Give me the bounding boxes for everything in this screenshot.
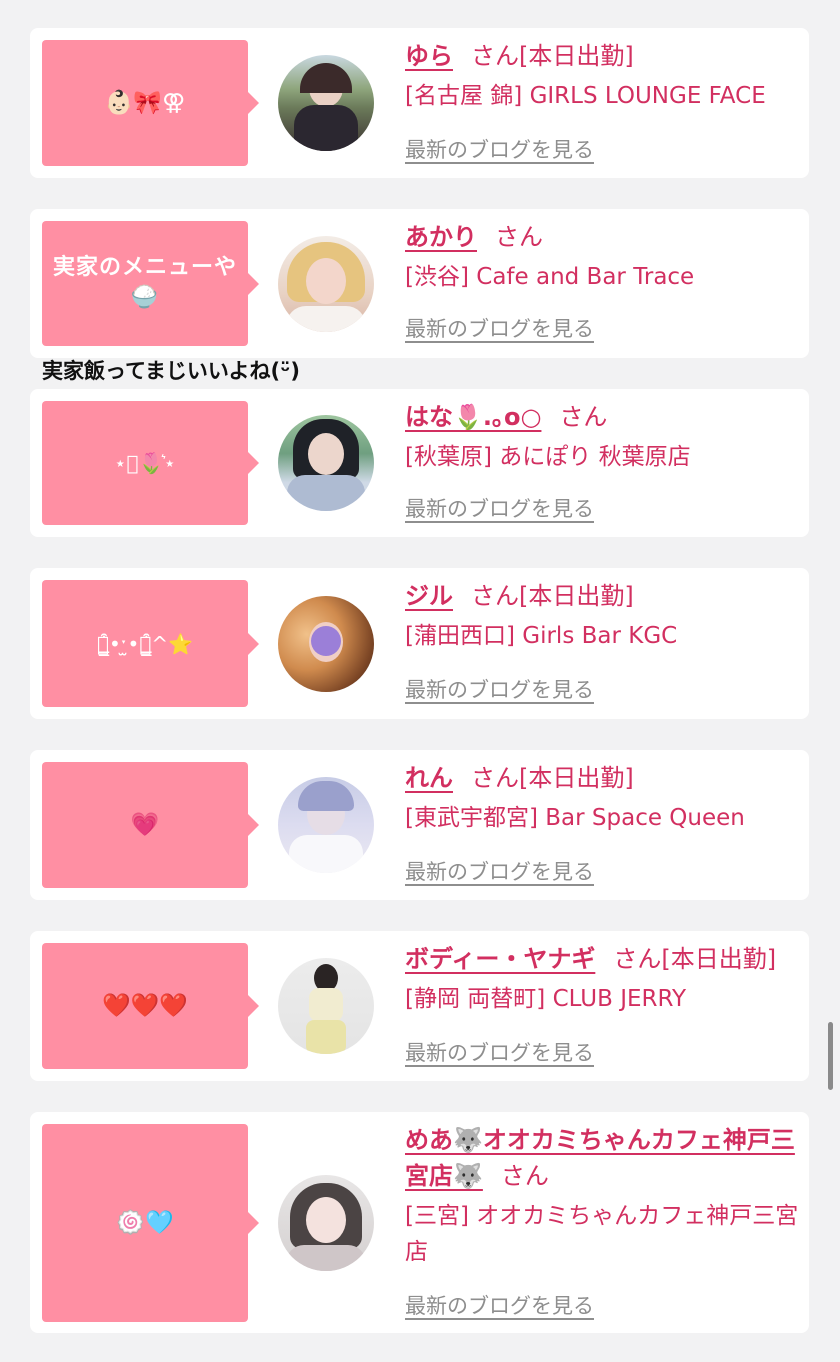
avatar[interactable] xyxy=(278,236,374,332)
comment-text: ❤️❤️❤️ xyxy=(102,993,188,1019)
cast-card-akari: 実家のメニューや🍚 あかり さん [渋谷] Cafe and Bar Trace … xyxy=(30,209,809,358)
comment-text: 🍥🩵 xyxy=(116,1210,174,1236)
honorific: さん xyxy=(500,1162,549,1190)
shop-name: [渋谷] Cafe and Bar Trace xyxy=(405,264,695,290)
avatar[interactable] xyxy=(278,1175,374,1271)
cast-card-mea: 🍥🩵 めあ🐺オオカミちゃんカフェ神戸三宮店🐺 さん [三宮] オオカミちゃんカフェ… xyxy=(30,1112,809,1333)
cast-card-yura: 👶🏻🎀⚢ ゆら さん[本日出勤] [名古屋 錦] GIRLS LOUNGE FAC… xyxy=(30,28,809,178)
avatar[interactable] xyxy=(278,958,374,1054)
cast-name-link[interactable]: はな🌷.｡o○ xyxy=(405,403,541,431)
avatar[interactable] xyxy=(278,415,374,511)
honorific: さん xyxy=(471,764,519,792)
cast-info: れん さん[本日出勤] [東武宇都宮] Bar Space Queen xyxy=(405,760,799,836)
honorific: さん xyxy=(471,582,519,610)
cast-name-link[interactable]: ジル xyxy=(405,582,453,610)
cast-card-hana: ⋆͛🌷͛⋆ はな🌷.｡o○ さん [秋葉原] あにぽり 秋葉原店 最新のブログを見… xyxy=(30,389,809,537)
cast-card-ren: 💗 れん さん[本日出勤] [東武宇都宮] Bar Space Queen 最新の… xyxy=(30,750,809,900)
cast-card-jill: ฅ̳͒•ˑ̫•ฅ̳͒^⭐️ ジル さん[本日出勤] [蒲田西口] Girls Ba… xyxy=(30,568,809,719)
latest-blog-link[interactable]: 最新のブログを見る xyxy=(405,1037,594,1067)
shop-name: [三宮] オオカミちゃんカフェ神戸三宮店 xyxy=(405,1203,799,1265)
latest-blog-link[interactable]: 最新のブログを見る xyxy=(405,1290,594,1320)
avatar[interactable] xyxy=(278,596,374,692)
comment-bubble: 実家のメニューや🍚 xyxy=(42,221,259,346)
shop-name: [蒲田西口] Girls Bar KGC xyxy=(405,623,678,649)
cast-name-link[interactable]: めあ🐺オオカミちゃんカフェ神戸三宮店🐺 xyxy=(405,1126,795,1190)
comment-overflow-text: 実家飯ってまじいいよね(ᵕ̈) xyxy=(42,359,300,383)
shop-name: [静岡 両替町] CLUB JERRY xyxy=(405,986,687,1012)
cast-info: ジル さん[本日出勤] [蒲田西口] Girls Bar KGC xyxy=(405,578,799,654)
comment-bubble: 👶🏻🎀⚢ xyxy=(42,40,259,166)
comment-bubble: ⋆͛🌷͛⋆ xyxy=(42,401,259,525)
latest-blog-link[interactable]: 最新のブログを見る xyxy=(405,674,594,704)
comment-text: ⋆͛🌷͛⋆ xyxy=(114,451,176,475)
shop-name: [名古屋 錦] GIRLS LOUNGE FACE xyxy=(405,83,766,109)
latest-blog-link[interactable]: 最新のブログを見る xyxy=(405,856,594,886)
cast-card-body-yanagi: ❤️❤️❤️ ボディー・ヤナギ さん[本日出勤] [静岡 両替町] CLUB JE… xyxy=(30,931,809,1081)
shop-name: [秋葉原] あにぽり 秋葉原店 xyxy=(405,444,691,470)
status-badge: [本日出勤] xyxy=(519,42,634,70)
status-badge: [本日出勤] xyxy=(661,945,777,973)
comment-text: 💗 xyxy=(130,812,160,838)
honorific: さん xyxy=(495,223,543,251)
cast-name-link[interactable]: れん xyxy=(405,764,453,792)
honorific: さん xyxy=(559,403,608,431)
comment-text: 実家のメニューや🍚 xyxy=(52,255,237,310)
avatar[interactable] xyxy=(278,55,374,151)
comment-bubble: ❤️❤️❤️ xyxy=(42,943,259,1069)
cast-info: めあ🐺オオカミちゃんカフェ神戸三宮店🐺 さん [三宮] オオカミちゃんカフェ神戸三… xyxy=(405,1122,799,1270)
status-badge: [本日出勤] xyxy=(519,764,634,792)
status-badge: [本日出勤] xyxy=(519,582,634,610)
cast-name-link[interactable]: ゆら xyxy=(405,42,453,70)
scrollbar[interactable] xyxy=(828,1022,833,1090)
shop-name: [東武宇都宮] Bar Space Queen xyxy=(405,805,745,831)
latest-blog-link[interactable]: 最新のブログを見る xyxy=(405,134,594,164)
comment-text: ฅ̳͒•ˑ̫•ฅ̳͒^⭐️ xyxy=(97,631,193,656)
comment-bubble: 💗 xyxy=(42,762,259,888)
honorific: さん xyxy=(471,42,519,70)
comment-text: 👶🏻🎀⚢ xyxy=(104,90,186,116)
comment-bubble: ฅ̳͒•ˑ̫•ฅ̳͒^⭐️ xyxy=(42,580,259,707)
latest-blog-link[interactable]: 最新のブログを見る xyxy=(405,493,594,523)
cast-name-link[interactable]: ボディー・ヤナギ xyxy=(405,945,595,973)
comment-bubble: 🍥🩵 xyxy=(42,1124,259,1322)
cast-info: ゆら さん[本日出勤] [名古屋 錦] GIRLS LOUNGE FACE xyxy=(405,38,799,114)
cast-info: ボディー・ヤナギ さん[本日出勤] [静岡 両替町] CLUB JERRY xyxy=(405,941,799,1017)
latest-blog-link[interactable]: 最新のブログを見る xyxy=(405,313,594,343)
cast-info: はな🌷.｡o○ さん [秋葉原] あにぽり 秋葉原店 xyxy=(405,399,799,475)
honorific: さん xyxy=(613,945,662,973)
avatar[interactable] xyxy=(278,777,374,873)
cast-info: あかり さん [渋谷] Cafe and Bar Trace xyxy=(405,219,799,295)
cast-name-link[interactable]: あかり xyxy=(405,223,477,251)
